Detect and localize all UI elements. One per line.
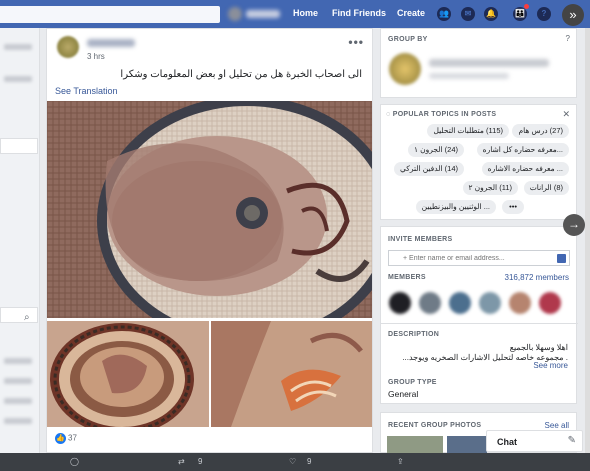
- nav-find-friends[interactable]: Find Friends: [332, 8, 386, 18]
- member-avatar[interactable]: [509, 292, 531, 314]
- topic-chip[interactable]: ... معرفه حضاره الاشاره: [481, 162, 569, 176]
- post-message: الى اصحاب الخبرة هل من تحليل او بعض المع…: [120, 69, 362, 80]
- group-type-value: General: [388, 389, 419, 399]
- recent-photo-thumb[interactable]: [447, 436, 487, 454]
- invite-members-title: INVITE MEMBERS: [388, 236, 453, 243]
- left-sidebar: ⌕: [0, 28, 40, 471]
- topic-chip[interactable]: (27) درس هام: [512, 124, 569, 138]
- messenger-icon[interactable]: ✉: [461, 7, 475, 21]
- see-more-link[interactable]: See more: [533, 361, 568, 370]
- post-photo-main[interactable]: [47, 101, 372, 318]
- description-title: DESCRIPTION: [388, 331, 440, 338]
- profile-avatar[interactable]: [228, 7, 242, 21]
- post-photo-2[interactable]: [47, 321, 209, 427]
- notifications-icon[interactable]: 🔔: [484, 7, 498, 21]
- scroll-gutter: [585, 28, 590, 453]
- invite-members-field[interactable]: [388, 250, 570, 266]
- divider: [381, 323, 578, 324]
- post-author-name[interactable]: [87, 39, 135, 47]
- friends-icon[interactable]: 👥: [437, 7, 451, 21]
- new-message-icon[interactable]: ✎: [568, 435, 576, 446]
- topic-chip[interactable]: ...معرفه حضاره كل اشاره: [476, 143, 569, 157]
- post-author-avatar[interactable]: [57, 36, 79, 58]
- chat-label[interactable]: Chat: [497, 437, 517, 447]
- directory-icon[interactable]: [557, 254, 566, 263]
- notification-badge: [524, 4, 529, 9]
- close-icon[interactable]: ✕: [562, 109, 570, 120]
- member-avatar[interactable]: [389, 292, 411, 314]
- tweet-action-bar: ◯ ⇄ 9 ♡ 9 ⇪: [0, 453, 590, 471]
- sidebar-item[interactable]: [4, 76, 32, 82]
- help-icon[interactable]: ?: [537, 7, 551, 21]
- topic-chip[interactable]: (8) الرانات: [523, 181, 569, 195]
- heart-icon[interactable]: ♡: [289, 457, 296, 466]
- search-icon[interactable]: ⌕: [24, 312, 30, 323]
- popular-topics-card: ◌ POPULAR TOPICS IN POSTS ✕ (27) درس هام…: [380, 104, 577, 220]
- members-count-link[interactable]: 316,872 members: [505, 273, 569, 282]
- members-title: MEMBERS: [388, 274, 426, 281]
- topic-chip[interactable]: (115) متطلبات التحليل: [427, 124, 509, 138]
- like-icon: 👍: [55, 433, 66, 444]
- reply-icon[interactable]: ◯: [70, 457, 79, 466]
- share-icon[interactable]: ⇪: [397, 457, 404, 466]
- sidebar-item[interactable]: [4, 398, 32, 404]
- post-photo-3[interactable]: [211, 321, 372, 427]
- group-admin-name[interactable]: [429, 59, 549, 67]
- member-avatar[interactable]: [539, 292, 561, 314]
- post-reactions[interactable]: 👍 37: [55, 433, 77, 444]
- post-timestamp[interactable]: 3 hrs: [87, 52, 105, 61]
- like-count-bottom: 9: [307, 457, 312, 466]
- member-avatar[interactable]: [419, 292, 441, 314]
- chat-bar[interactable]: Chat ✎: [486, 430, 583, 452]
- profile-name[interactable]: [246, 10, 280, 18]
- topic-chip[interactable]: (24) الجرون ١: [407, 143, 464, 157]
- more-topics-button[interactable]: •••: [502, 200, 524, 214]
- member-avatar[interactable]: [449, 292, 471, 314]
- see-all-link[interactable]: See all: [545, 421, 569, 430]
- topic-chip[interactable]: (11) الجرون ٢: [462, 181, 518, 195]
- group-admin-detail: [429, 73, 509, 79]
- double-chevron-right-icon[interactable]: »: [562, 4, 584, 26]
- groups-icon[interactable]: 👪: [513, 7, 527, 21]
- post-options-menu[interactable]: •••: [348, 35, 364, 49]
- group-by-title: GROUP BY: [388, 36, 428, 43]
- nav-home[interactable]: Home: [293, 8, 318, 18]
- group-admin-avatar[interactable]: [389, 53, 421, 85]
- description-line-1: اهلا وسهلا بالجميع: [509, 343, 568, 352]
- nav-create[interactable]: Create: [397, 8, 425, 18]
- group-type-title: GROUP TYPE: [388, 379, 437, 386]
- sidebar-search-input[interactable]: [0, 307, 38, 323]
- like-count: 37: [68, 433, 77, 443]
- sidebar-panel: [0, 138, 38, 154]
- arrow-right-icon[interactable]: →: [563, 214, 585, 236]
- group-info-card: INVITE MEMBERS MEMBERS 316,872 members D…: [380, 226, 578, 404]
- recent-photos-title: RECENT GROUP PHOTOS: [388, 422, 482, 429]
- retweet-count: 9: [198, 457, 203, 466]
- member-avatar[interactable]: [479, 292, 501, 314]
- search-input[interactable]: [0, 6, 220, 23]
- invite-members-input[interactable]: [389, 251, 549, 265]
- sidebar-item[interactable]: [4, 378, 32, 384]
- group-by-card: GROUP BY ?: [380, 28, 577, 98]
- topic-chip[interactable]: ... الوثنيين والبيزنطيين: [415, 200, 496, 214]
- sidebar-item[interactable]: [4, 418, 32, 424]
- see-translation-link[interactable]: See Translation: [55, 86, 118, 96]
- info-icon[interactable]: ?: [566, 34, 570, 43]
- retweet-icon[interactable]: ⇄: [178, 457, 185, 466]
- recent-photo-thumb[interactable]: [387, 436, 443, 454]
- topic-chip[interactable]: (14) الدفين التركي: [394, 162, 464, 176]
- popular-topics-title: ◌ POPULAR TOPICS IN POSTS: [386, 111, 497, 118]
- group-post: 3 hrs ••• الى اصحاب الخبرة هل من تحليل ا…: [46, 28, 373, 453]
- sidebar-item[interactable]: [4, 358, 32, 364]
- top-navigation-bar: Home Find Friends Create 👥 ✉ 🔔 👪 ? »: [0, 0, 590, 28]
- sidebar-item[interactable]: [4, 44, 32, 50]
